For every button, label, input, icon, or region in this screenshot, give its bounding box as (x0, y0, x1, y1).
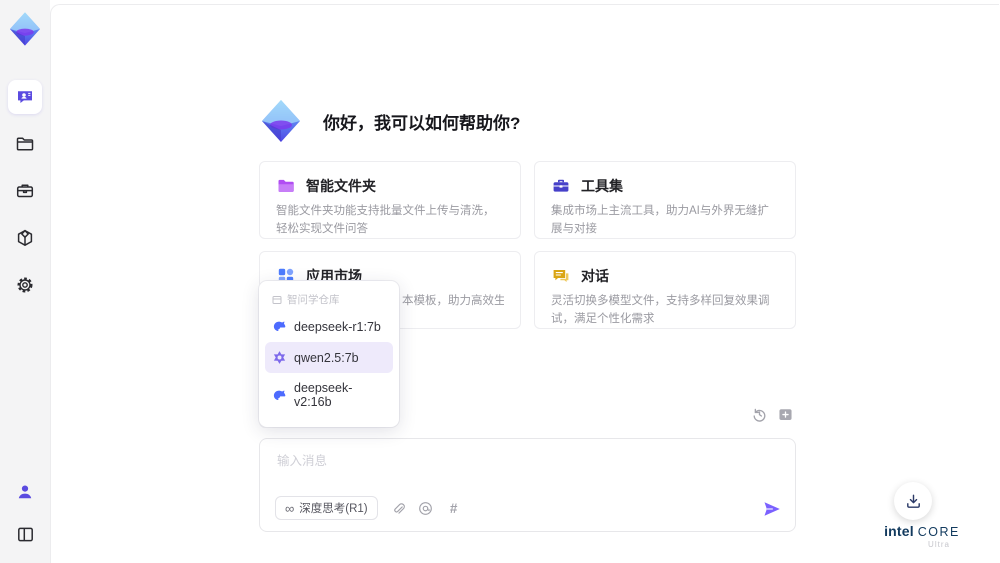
briefcase-icon (15, 181, 35, 201)
model-dropdown-header: 智问学仓库 (265, 287, 393, 311)
model-option-deepseek-r1[interactable]: deepseek-r1:7b (265, 311, 393, 342)
intel-core-logo: intel core Ultra (872, 523, 972, 549)
new-chat-icon[interactable] (777, 406, 794, 423)
intel-logo-text: intel (884, 523, 914, 539)
folder-icon (15, 134, 35, 154)
at-circle-icon[interactable] (418, 500, 434, 516)
paperclip-icon[interactable] (390, 500, 406, 516)
greeting-text: 你好，我可以如何帮助你? (323, 113, 521, 133)
sidebar-item-settings[interactable] (8, 268, 42, 302)
qwen-icon (272, 350, 287, 365)
purple-folder-icon (276, 176, 296, 196)
card-desc: 灵活切换多模型文件，支持多样回复效果调试，满足个性化需求 (551, 295, 770, 325)
card-title: 智能文件夹 (306, 178, 376, 194)
card-desc-partial: 本模板，助力高效生成多 (402, 295, 504, 307)
yellow-chat-icon (551, 266, 571, 286)
toolbox-icon (551, 176, 571, 196)
model-option-qwen[interactable]: qwen2.5:7b (265, 342, 393, 373)
card-desc: 智能文件夹功能支持批量文件上传与清洗，轻松实现文件问答 (276, 205, 495, 235)
main-panel: 你好，我可以如何帮助你? 智能文件夹 智能文件夹功能支持批量文件上传与清洗，轻松… (50, 4, 999, 563)
greeting-logo-icon (262, 100, 300, 142)
deep-think-toggle[interactable]: ∞ 深度思考(R1) (275, 496, 378, 520)
card-title: 工具集 (581, 178, 623, 194)
card-title: 对话 (581, 268, 609, 284)
sidebar-item-collapse[interactable] (8, 517, 42, 551)
gear-icon (15, 275, 35, 295)
chat-bubble-icon (15, 87, 35, 107)
sidebar-item-account[interactable] (8, 475, 42, 509)
greeting-block: 你好，我可以如何帮助你? (257, 97, 520, 145)
message-composer[interactable]: 输入消息 ∞ 深度思考(R1) # (259, 438, 796, 532)
sidebar-item-toolbox[interactable] (8, 174, 42, 208)
download-button[interactable] (894, 482, 932, 520)
deepseek-whale-icon (272, 319, 287, 334)
hash-icon[interactable]: # (446, 500, 462, 516)
message-input-placeholder: 输入消息 (277, 454, 328, 468)
infinity-icon: ∞ (285, 500, 295, 516)
model-dropdown: 智问学仓库 deepseek-r1:7b qwen2.5:7b deepseek… (259, 281, 399, 427)
deepseek-whale-icon (272, 388, 287, 403)
card-smart-folder[interactable]: 智能文件夹 智能文件夹功能支持批量文件上传与清洗，轻松实现文件问答 (259, 161, 521, 239)
repo-icon (272, 295, 282, 305)
cube-icon (15, 228, 35, 248)
model-option-deepseek-v2[interactable]: deepseek-v2:16b (265, 373, 393, 417)
sidebar-item-models[interactable] (8, 221, 42, 255)
app-logo-icon (6, 10, 44, 48)
sidebar-item-folders[interactable] (8, 127, 42, 161)
panel-layout-icon (16, 525, 35, 544)
sidebar-item-chat[interactable] (8, 80, 42, 114)
card-desc: 集成市场上主流工具，助力AI与外界无缝扩展与对接 (551, 205, 769, 235)
intel-sub-text: Ultra (928, 540, 950, 549)
user-icon (16, 483, 34, 501)
send-button[interactable] (762, 499, 782, 519)
history-icon[interactable] (751, 406, 768, 423)
card-dialogue[interactable]: 对话 灵活切换多模型文件，支持多样回复效果调试，满足个性化需求 (534, 251, 796, 329)
card-toolset[interactable]: 工具集 集成市场上主流工具，助力AI与外界无缝扩展与对接 (534, 161, 796, 239)
core-logo-text: core (917, 525, 960, 539)
deep-think-label: 深度思考(R1) (299, 503, 368, 515)
sidebar (0, 0, 50, 563)
